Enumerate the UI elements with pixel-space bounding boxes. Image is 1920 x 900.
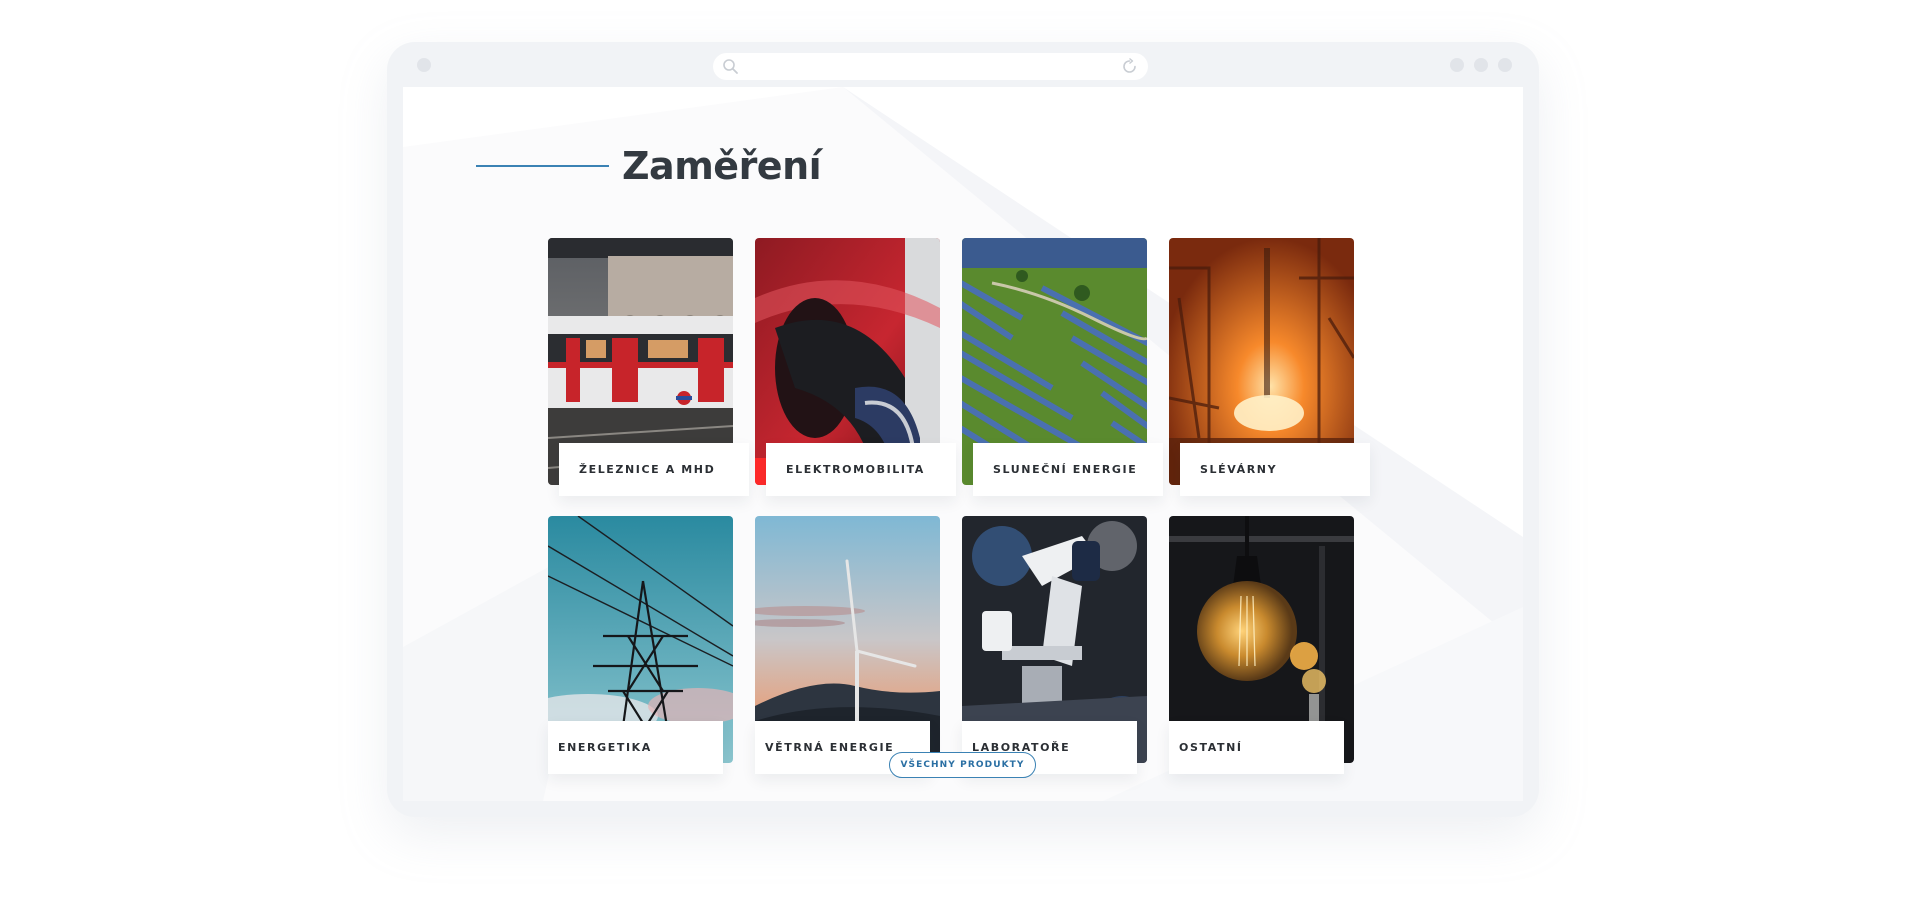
- card-label: ENERGETIKA: [548, 721, 723, 774]
- card-label: ELEKTROMOBILITA: [766, 443, 956, 496]
- page-title: Zaměření: [622, 144, 822, 188]
- category-card-foundry[interactable]: SLÉVÁRNY: [1169, 238, 1370, 496]
- window-dot: [1450, 58, 1464, 72]
- card-label: ŽELEZNICE A MHD: [559, 443, 749, 496]
- category-card-wind[interactable]: VĚTRNÁ ENERGIE: [755, 516, 940, 774]
- window-dot: [1474, 58, 1488, 72]
- page-viewport: Zaměření ŽELEZNICE A MHD ELEKTROMOBILITA…: [403, 87, 1523, 801]
- category-card-other[interactable]: OSTATNÍ: [1169, 516, 1354, 774]
- reload-icon[interactable]: [1120, 57, 1139, 76]
- card-label: SLUNEČNÍ ENERGIE: [973, 443, 1163, 496]
- category-card-railway[interactable]: ŽELEZNICE A MHD: [548, 238, 749, 496]
- card-label: SLÉVÁRNY: [1180, 443, 1370, 496]
- category-card-laboratory[interactable]: LABORATOŘE: [962, 516, 1147, 774]
- title-accent-line: [476, 165, 609, 167]
- address-bar[interactable]: [713, 53, 1148, 80]
- category-card-emobility[interactable]: ELEKTROMOBILITA: [755, 238, 956, 496]
- all-products-button[interactable]: VŠECHNY PRODUKTY: [889, 752, 1036, 778]
- category-card-solar[interactable]: SLUNEČNÍ ENERGIE: [962, 238, 1163, 496]
- window-dot: [1498, 58, 1512, 72]
- browser-frame: Zaměření ŽELEZNICE A MHD ELEKTROMOBILITA…: [387, 42, 1539, 817]
- search-icon: [723, 59, 738, 74]
- window-dot: [417, 58, 431, 72]
- category-card-energy[interactable]: ENERGETIKA: [548, 516, 733, 774]
- card-label: OSTATNÍ: [1169, 721, 1344, 774]
